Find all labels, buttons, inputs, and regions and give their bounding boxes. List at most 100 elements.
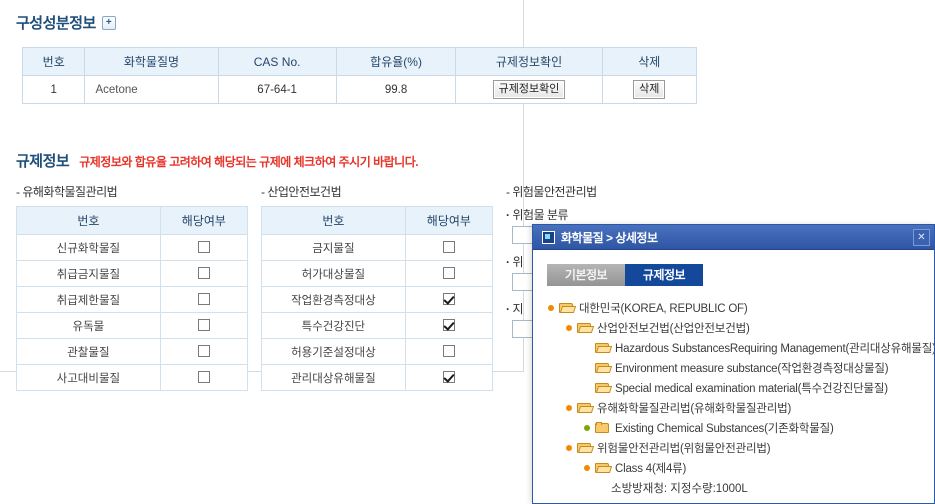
tab-basic-info[interactable]: 기본정보	[547, 264, 625, 286]
checkbox-applies[interactable]	[442, 319, 455, 332]
law-item-name: 허가대상물질	[261, 260, 406, 287]
checkbox-applies[interactable]	[442, 293, 455, 306]
tree-toggle-icon[interactable]	[565, 404, 574, 413]
checkbox-applies[interactable]	[442, 241, 455, 254]
column-header-reg: 규제정보확인	[455, 47, 603, 76]
dialog-tab-bar: 기본정보 규제정보	[547, 264, 924, 286]
table-header-row: 번호 해당여부	[16, 206, 249, 235]
regulation-info-button[interactable]: 규제정보확인	[492, 80, 566, 99]
tree-node[interactable]: 위험물안전관리법(위험물안전관리법)	[547, 438, 924, 458]
table-row: 작업환경측정대상	[261, 286, 494, 313]
cell-ratio: 99.8	[335, 75, 457, 104]
tree-node-label: Class 4(제4류)	[615, 463, 687, 475]
checkbox-applies[interactable]	[197, 371, 210, 384]
window-icon	[542, 230, 555, 244]
law-item-name: 사고대비물질	[16, 364, 161, 391]
law-item-checkbox-cell	[404, 312, 494, 339]
checkbox-applies[interactable]	[197, 319, 210, 332]
law-table-body-1: 금지물질 허가대상물질 작업환경측정대상 특수건강진단 허용기준설정대상 관리대상유해물질	[261, 234, 494, 391]
close-icon[interactable]: ✕	[913, 228, 930, 246]
law-item-name: 관리대상유해물질	[261, 364, 406, 391]
column-header-no: 번호	[21, 47, 86, 76]
tree-node[interactable]: 대한민국(KOREA, REPUBLIC OF)	[547, 298, 924, 318]
law-item-checkbox-cell	[159, 364, 249, 391]
tree-toggle-icon[interactable]	[565, 444, 574, 453]
table-header-row: 번호 화학물질명 CAS No. 합유율(%) 규제정보확인 삭제	[21, 47, 698, 76]
law-item-name: 작업환경측정대상	[261, 286, 406, 313]
tree-node[interactable]: Special medical examination material(특수건…	[547, 378, 924, 398]
tree-node-label: 위험물안전관리법(위험물안전관리법)	[597, 443, 771, 455]
law-column-hazardous-chemicals: - 유해화학물질관리법 번호 해당여부 신규화학물질 취급금지물질 취급제한물질 유독…	[16, 183, 249, 391]
folder-open-icon	[595, 462, 610, 474]
folder-open-icon	[577, 442, 592, 454]
add-component-button[interactable]: +	[101, 15, 116, 30]
law-item-checkbox-cell	[404, 364, 494, 391]
cell-delete-action: 삭제	[601, 75, 698, 104]
dialog-titlebar[interactable]: 화학물질 > 상세정보 ✕	[533, 225, 934, 250]
composition-section-title: 구성성분정보	[16, 15, 96, 32]
chemical-detail-dialog: 화학물질 > 상세정보 ✕ 기본정보 규제정보 대한민국(KOREA, REPU…	[532, 224, 935, 504]
tree-toggle-icon[interactable]	[583, 424, 592, 433]
regulation-section-header: 규제정보 규제정보와 합유율 고려하여 해당되는 규제에 체크하여 주시기 바랍…	[16, 150, 419, 171]
tree-toggle-icon[interactable]	[547, 304, 556, 313]
delete-row-button[interactable]: 삭제	[633, 80, 666, 99]
tab-regulation-info[interactable]: 규제정보	[625, 264, 703, 286]
tree-node-label: 대한민국(KOREA, REPUBLIC OF)	[579, 303, 748, 315]
tree-toggle-icon[interactable]	[583, 464, 592, 473]
checkbox-applies[interactable]	[197, 293, 210, 306]
law-table-industrial-safety: 번호 해당여부 금지물질 허가대상물질 작업환경측정대상 특수건강진단 허용기준설정대상…	[261, 206, 494, 391]
checkbox-applies[interactable]	[197, 345, 210, 358]
law-item-name: 특수건강진단	[261, 312, 406, 339]
folder-open-icon	[577, 322, 592, 334]
checkbox-applies[interactable]	[442, 345, 455, 358]
checkbox-applies[interactable]	[197, 267, 210, 280]
regulation-section-title: 규제정보	[16, 153, 70, 170]
tree-node[interactable]: 산업안전보건법(산업안전보건법)	[547, 318, 924, 338]
tree-node[interactable]: 유해화학물질관리법(유해화학물질관리법)	[547, 398, 924, 418]
tree-note: 소방방재청: 지정수량:1000L	[611, 483, 748, 495]
law-item-name: 허용기준설정대상	[261, 338, 406, 365]
tree-spacer-icon	[583, 344, 592, 353]
table-row: 관리대상유해물질	[261, 364, 494, 391]
table-row: 1 Acetone 67-64-1 99.8 규제정보확인 삭제	[21, 75, 698, 104]
cell-cas: 67-64-1	[217, 75, 337, 104]
folder-open-icon	[595, 362, 610, 374]
dangerous-goods-field-label: 위험물 분류	[506, 206, 726, 223]
law-item-checkbox-cell	[404, 338, 494, 365]
folder-open-icon	[577, 402, 592, 414]
tree-node-label: 산업안전보건법(산업안전보건법)	[597, 323, 750, 335]
checkbox-applies[interactable]	[442, 267, 455, 280]
tree-node[interactable]: Existing Chemical Substances(기존화학물질)	[547, 418, 924, 438]
column-header-delete: 삭제	[601, 47, 698, 76]
law-item-checkbox-cell	[159, 234, 249, 261]
dialog-title: 화학물질 > 상세정보	[561, 230, 658, 245]
tree-node[interactable]: Environment measure substance(작업환경측정대상물질…	[547, 358, 924, 378]
law-item-checkbox-cell	[159, 338, 249, 365]
column-header-ratio: 합유율(%)	[335, 47, 457, 76]
checkbox-applies[interactable]	[197, 241, 210, 254]
tree-node-label: Hazardous SubstancesRequiring Management…	[615, 343, 935, 355]
tree-node[interactable]: Hazardous SubstancesRequiring Management…	[547, 338, 934, 358]
column-header-cas: CAS No.	[217, 47, 337, 76]
law-item-checkbox-cell	[404, 234, 494, 261]
law-item-checkbox-cell	[159, 286, 249, 313]
law-column-industrial-safety: - 산업안전보건법 번호 해당여부 금지물질 허가대상물질 작업환경측정대상 특수건강…	[261, 183, 494, 391]
composition-section-header: 구성성분정보 +	[16, 12, 116, 33]
tree-toggle-icon[interactable]	[565, 324, 574, 333]
regulation-section-note: 규제정보와 합유율 고려하여 해당되는 규제에 체크하여 주시기 바랍니다.	[79, 155, 419, 169]
table-row: 취급금지물질	[16, 260, 249, 287]
tree-node-label: Special medical examination material(특수건…	[615, 383, 888, 395]
folder-open-icon	[595, 342, 610, 354]
cell-reg-action: 규제정보확인	[455, 75, 603, 104]
cell-chemical-name: Acetone	[84, 75, 219, 104]
table-row: 허용기준설정대상	[261, 338, 494, 365]
table-row: 사고대비물질	[16, 364, 249, 391]
law-item-name: 관찰물질	[16, 338, 161, 365]
tree-node[interactable]: Class 4(제4류)	[547, 458, 924, 478]
main-content-panel: 구성성분정보 + 번호 화학물질명 CAS No. 합유율(%) 규제정보확인 …	[0, 0, 698, 391]
law-item-checkbox-cell	[404, 260, 494, 287]
table-row: 유독물	[16, 312, 249, 339]
column-header-name: 화학물질명	[84, 47, 219, 76]
column-header-name: 번호	[16, 206, 161, 235]
checkbox-applies[interactable]	[442, 371, 455, 384]
